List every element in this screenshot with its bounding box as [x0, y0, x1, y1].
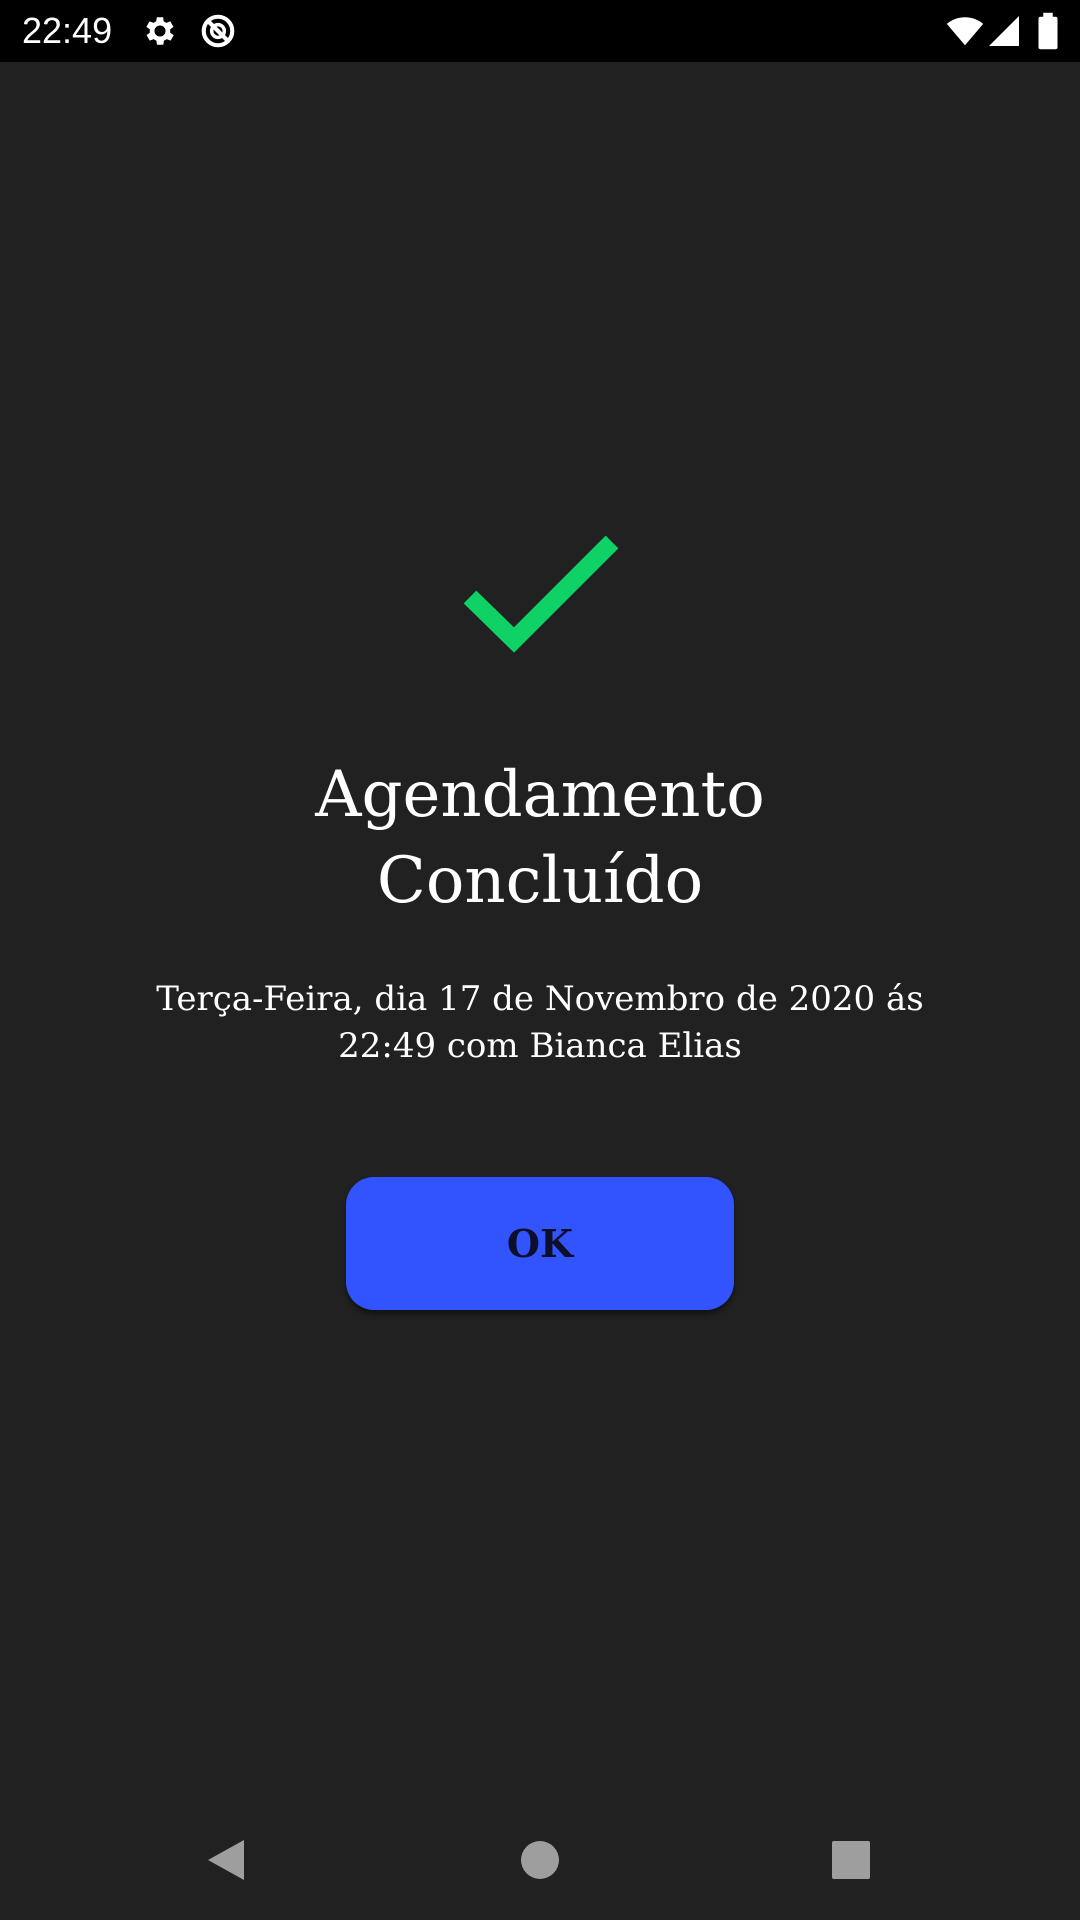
title-line-2: Concluído [376, 844, 704, 918]
ok-button[interactable]: OK [346, 1177, 734, 1310]
no-sync-icon [201, 14, 235, 48]
signal-icon [989, 16, 1019, 46]
recents-button[interactable] [821, 1830, 881, 1890]
confirmation-title: Agendamento Concluído [0, 752, 1080, 924]
checkmark-icon [463, 535, 619, 653]
details-line-2: 22:49 com Bianca Elias [338, 1026, 742, 1066]
navigation-bar [0, 1800, 1080, 1920]
status-time: 22:49 [22, 10, 113, 51]
wifi-icon [946, 17, 984, 46]
gear-icon [146, 17, 174, 45]
screen: 22:49 Agendamento Concluído Terça-Feira,… [0, 0, 1080, 1920]
home-icon [521, 1841, 559, 1879]
details-line-1: Terça-Feira, dia 17 de Novembro de 2020 … [156, 979, 924, 1019]
status-bar: 22:49 [0, 0, 1080, 62]
recents-icon [832, 1841, 870, 1879]
ok-button-label: OK [506, 1221, 574, 1266]
back-icon [208, 1840, 244, 1880]
back-button[interactable] [196, 1830, 256, 1890]
title-line-1: Agendamento [315, 758, 765, 832]
battery-icon [1038, 12, 1058, 50]
appointment-details: Terça-Feira, dia 17 de Novembro de 2020 … [140, 976, 940, 1070]
home-button[interactable] [510, 1830, 570, 1890]
